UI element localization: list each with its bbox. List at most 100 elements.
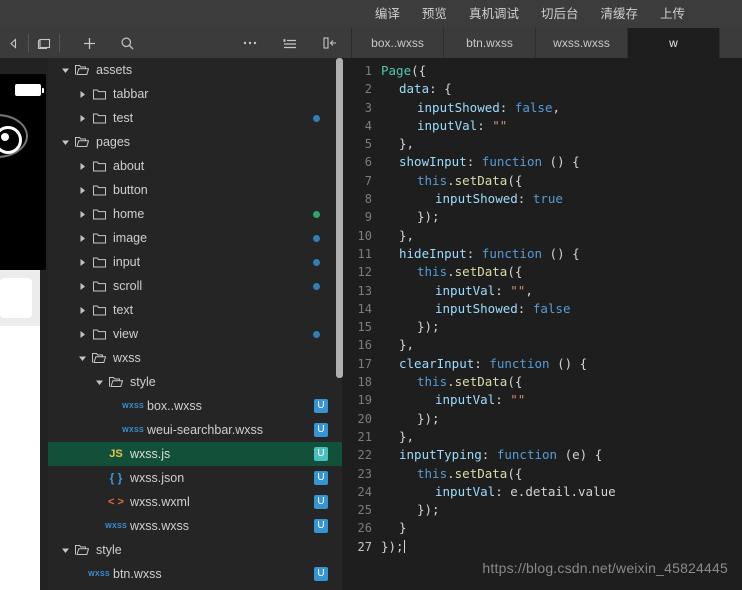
file-explorer[interactable]: assets tabbar test pages about button home imag… [48,58,342,590]
file-tree-row[interactable]: input [48,250,342,274]
file-tree-row[interactable]: button [48,178,342,202]
line-number: 7 [364,173,372,188]
menu-compile[interactable]: 编译 [364,0,411,28]
menu-clear-cache[interactable]: 清缓存 [589,0,649,28]
more-icon[interactable] [237,28,263,58]
wxss-file-icon: WXSS [88,562,110,586]
editor-tab[interactable]: wxss.wxss [536,28,628,58]
editor-tab[interactable]: w [628,28,720,58]
code-line: } [399,520,407,536]
chevron-right-icon[interactable] [75,250,89,274]
status-badge: U [314,471,328,485]
status-badge: U [314,423,328,437]
add-file-icon[interactable] [76,28,102,58]
menu-remote-debug[interactable]: 真机调试 [458,0,530,28]
file-tree-row[interactable]: < > wxss.wxml U [48,490,342,514]
code-line: inputShowed: false, [417,99,561,115]
file-tree-row[interactable]: WXSS wxss.wxss U [48,514,342,538]
line-number: 20 [357,411,372,426]
file-tree-label: tabbar [113,87,149,101]
file-tree-row[interactable]: about [48,154,342,178]
file-tree-row[interactable]: image [48,226,342,250]
code-line: }); [417,410,440,426]
explorer-scrollbar[interactable] [336,58,343,378]
file-tree-label: wxss.js [130,447,171,461]
file-tree-label: image [113,231,148,245]
code-content[interactable]: Page({data: {inputShowed: false, inputVal… [381,62,742,556]
chevron-right-icon[interactable] [75,154,89,178]
file-tree-row[interactable]: style [48,538,342,562]
code-editor[interactable]: 1 2 3 4 5 6 7 8 9 10 11 12 13 14 15 16 17 18 19 20 21 22 23 24 2… [343,58,742,590]
chevron-right-icon[interactable] [75,82,89,106]
file-tree-row[interactable]: view [48,322,342,346]
file-tree-row[interactable]: WXSS weui-searchbar.wxss U [48,418,342,442]
sort-icon[interactable] [277,28,303,58]
file-tree-label: weui-searchbar.wxss [147,423,264,437]
file-tree-row[interactable]: WXSS box..wxss U [48,394,342,418]
menu-preview[interactable]: 预览 [411,0,458,28]
file-tree-row[interactable]: pages [48,130,342,154]
battery-icon [15,84,44,96]
chevron-down-icon[interactable] [75,346,89,370]
status-badge: U [314,399,328,413]
status-dot [313,235,320,242]
chevron-down-icon[interactable] [58,130,72,154]
search-icon[interactable] [114,28,140,58]
line-number: 5 [364,137,372,152]
file-tree-row-selected[interactable]: JS wxss.js U [48,442,342,466]
file-tree-row[interactable]: style [48,370,342,394]
editor-tab[interactable]: btn.wxss [444,28,536,58]
file-tree-row[interactable]: WXSS btn.wxss U [48,562,342,586]
chevron-right-icon[interactable] [75,322,89,346]
status-dot [313,115,320,122]
json-file-icon: { } [109,471,123,485]
file-tree-label: assets [96,63,133,77]
window-icon[interactable] [31,28,57,58]
wxml-file-icon: < > [108,496,124,508]
collapse-panel-icon[interactable] [0,28,26,58]
chevron-right-icon[interactable] [75,226,89,250]
code-line: this.setData({ [417,264,523,280]
status-dot [313,283,320,290]
code-line: }, [399,227,415,243]
chevron-down-icon[interactable] [58,58,72,82]
chevron-down-icon[interactable] [58,538,72,562]
explorer-toolbar [0,28,352,58]
collapse-all-icon[interactable] [317,28,343,58]
file-tree-row[interactable]: test [48,106,342,130]
status-badge: U [314,495,328,509]
code-line: this.setData({ [417,374,523,390]
file-tree-row[interactable]: wxss [48,346,342,370]
file-tree-row[interactable]: JSapp.js [48,586,342,590]
file-tree-label: view [113,327,139,341]
file-tree-row[interactable]: scroll [48,274,342,298]
chevron-right-icon[interactable] [75,178,89,202]
status-dot [313,331,320,338]
chevron-down-icon[interactable] [92,370,106,394]
menu-background[interactable]: 切后台 [530,0,590,28]
code-line: this.setData({ [417,465,523,481]
folder-icon [89,178,109,202]
editor-tab[interactable]: box..wxss [352,28,444,58]
no-chevron [92,466,106,490]
line-number: 17 [357,356,372,371]
menu-upload[interactable]: 上传 [649,0,696,28]
code-line: inputVal: e.detail.value [435,483,616,499]
file-tree-row[interactable]: text [48,298,342,322]
tab-strip: box..wxss btn.wxss wxss.wxss w [0,28,742,58]
chevron-right-icon[interactable] [75,202,89,226]
file-tree-row[interactable]: assets [48,58,342,82]
file-tree-label: text [113,303,134,317]
code-line: }, [399,136,415,152]
line-number: 10 [357,228,372,243]
chevron-right-icon[interactable] [75,298,89,322]
file-tree-row[interactable]: { } wxss.json U [48,466,342,490]
folder-icon [89,202,109,226]
chevron-right-icon[interactable] [75,106,89,130]
file-tree-row[interactable]: home [48,202,342,226]
chevron-right-icon[interactable] [75,274,89,298]
js-file-icon: JS [106,442,126,466]
folder-icon [89,226,109,250]
file-tree-row[interactable]: tabbar [48,82,342,106]
code-line: }); [417,502,440,518]
